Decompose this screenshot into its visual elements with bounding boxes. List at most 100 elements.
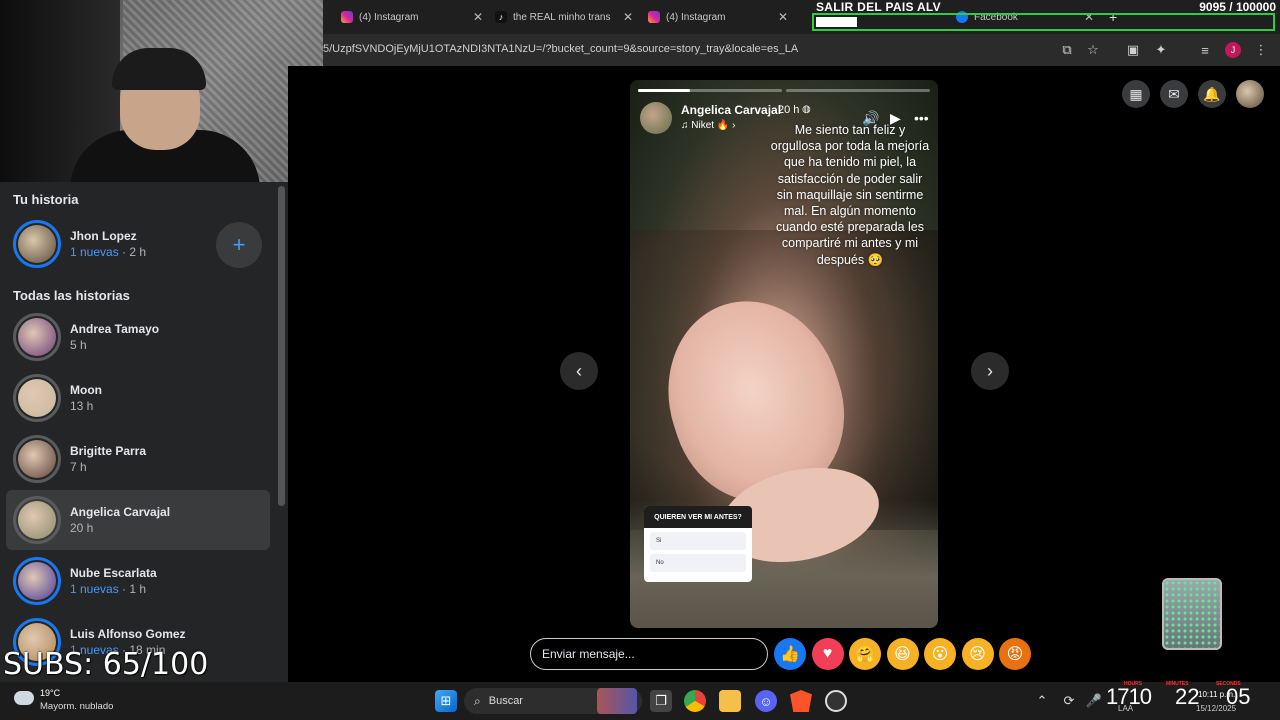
haha-reaction[interactable]: 😆 [886, 638, 919, 670]
story-viewer: ▦ ✉ 🔔 ‹ › Angelica Carvajal 20 h ◍ ♫ Nik… [288, 66, 1280, 682]
new-count: 1 nuevas [70, 582, 119, 596]
story-author-name[interactable]: Angelica Carvajal [681, 103, 781, 117]
story-list-item[interactable]: Andrea Tamayo 5 h [6, 307, 270, 367]
browser-tab[interactable]: (4) Instagram ✕ [648, 4, 788, 30]
chrome-icon[interactable] [684, 690, 706, 712]
url-field[interactable]: 5/UzpfSVNDOjEyMjU1OTAzNDI3NTA1NzU=/?buck… [323, 43, 798, 55]
story-list-item[interactable]: Brigitte Parra 7 h [6, 429, 270, 489]
story-author-name: Nube Escarlata [70, 566, 157, 580]
avatar [18, 440, 56, 478]
windows-start-icon[interactable]: ⊞ [435, 690, 457, 712]
browser-tab[interactable]: ♪ the REAL minho transit ✕ [495, 4, 633, 30]
brave-icon[interactable] [790, 690, 812, 712]
angry-reaction[interactable]: 😡 [999, 638, 1031, 670]
story-meta: 13 h [70, 399, 93, 413]
avatar [18, 379, 56, 417]
story-meta: 7 h [70, 460, 87, 474]
obs-icon[interactable] [825, 690, 847, 712]
instagram-icon [648, 11, 660, 23]
love-reaction[interactable]: ♥ [811, 638, 844, 670]
story-list-item[interactable]: Angelica Carvajal 20 h [6, 490, 270, 550]
messenger-icon[interactable]: ✉ [1160, 80, 1188, 108]
story-list-item[interactable]: Moon 13 h [6, 368, 270, 428]
story-progress-segment [638, 89, 782, 92]
browser-tab[interactable]: (4) Instagram ✕ [341, 4, 483, 30]
keyboard-language[interactable]: LAA [1118, 704, 1133, 713]
extensions-icon[interactable]: ✦ [1153, 42, 1169, 58]
sad-reaction[interactable]: 😢 [961, 638, 994, 670]
sync-icon[interactable]: ⟳ [1060, 690, 1078, 712]
weather-description[interactable]: Mayorm. nublado [40, 701, 113, 712]
story-author-name: Luis Alfonso Gomez [70, 627, 186, 641]
story-poll[interactable]: QUIEREN VER MI ANTES? Si No [644, 506, 752, 582]
profile-avatar[interactable]: J [1225, 42, 1241, 58]
story-list-item[interactable]: Nube Escarlata 1 nuevas · 1 h [6, 551, 270, 611]
care-reaction[interactable]: 🤗 [849, 638, 881, 670]
stream-goal-title: SALIR DEL PAIS ALV [816, 0, 941, 14]
sidebar-scrollbar[interactable] [278, 186, 285, 506]
reply-input[interactable]: Enviar mensaje... [530, 638, 768, 670]
globe-icon: ◍ [802, 104, 811, 115]
close-icon[interactable]: ✕ [778, 10, 788, 24]
poll-option[interactable]: Si [650, 532, 746, 550]
avatar [18, 501, 56, 539]
microphone-icon[interactable]: 🎤 [1086, 690, 1102, 712]
avatar-ring [13, 496, 61, 544]
file-explorer-icon[interactable] [719, 690, 741, 712]
tiktok-icon: ♪ [495, 11, 507, 23]
timer-label-seconds: SECONDS [1216, 681, 1241, 687]
chevron-up-icon[interactable]: ⌃ [1034, 690, 1050, 712]
story-author-name: Brigitte Parra [70, 444, 147, 458]
story-author-name: Andrea Tamayo [70, 322, 160, 336]
story-progress-segment [786, 89, 930, 92]
add-story-button[interactable]: + [216, 222, 262, 268]
music-title: Niket [691, 120, 715, 131]
close-icon[interactable]: ✕ [473, 10, 483, 24]
search-label: Buscar [488, 695, 523, 707]
close-icon[interactable]: ✕ [623, 10, 633, 24]
task-view-icon[interactable]: ❐ [650, 690, 672, 712]
address-bar: 5/UzpfSVNDOjEyMjU1OTAzNDI3NTA1NzU=/?buck… [323, 34, 1280, 66]
bookmark-star-icon[interactable]: ☆ [1085, 42, 1101, 58]
fire-icon: 🔥 › [714, 120, 736, 131]
stream-goal-counter: 9095 / 100000 [1199, 0, 1276, 14]
tab-label: the REAL minho transit [513, 11, 611, 23]
subs-counter-overlay: SUBS: 65/100 [3, 647, 209, 682]
menu-icon[interactable]: ⋮ [1253, 42, 1269, 58]
timer-label-hours: HOURS [1124, 681, 1143, 687]
notifications-bell-icon[interactable]: 🔔 [1198, 80, 1226, 108]
media-control-icon[interactable]: ≡ [1197, 42, 1213, 58]
new-count: 1 nuevas [70, 245, 119, 259]
like-reaction[interactable]: 👍 [774, 638, 806, 670]
timer-label-minutes: MINUTES [1166, 681, 1189, 687]
weather-temperature[interactable]: 19°C [40, 688, 60, 698]
avatar-ring [13, 435, 61, 483]
story-author-avatar[interactable] [640, 102, 672, 134]
story-card[interactable]: Angelica Carvajal 20 h ◍ ♫ Niket 🔥 › 🔊 ▶… [630, 80, 938, 628]
story-meta: 5 h [70, 338, 87, 352]
wow-reaction[interactable]: 😮 [924, 638, 956, 670]
poll-option[interactable]: No [650, 554, 746, 572]
overlay-clock-seconds: 05 [1226, 684, 1251, 709]
story-author-name: Angelica Carvajal [70, 505, 171, 519]
apps-grid-icon[interactable]: ▦ [1122, 80, 1150, 108]
next-story-button[interactable]: › [971, 352, 1009, 390]
webcam-overlay [0, 0, 323, 182]
cast-icon[interactable]: ⧉ [1059, 42, 1075, 58]
your-story-heading: Tu historia [13, 192, 79, 207]
discord-icon[interactable]: ☺ [755, 690, 777, 712]
account-avatar[interactable] [1236, 80, 1264, 108]
stream-goal-fill [816, 17, 857, 27]
avatar-ring [13, 374, 61, 422]
previous-story-button[interactable]: ‹ [560, 352, 598, 390]
story-time: 20 h [70, 521, 94, 535]
stories-sidebar: Tu historia Jhon Lopez 1 nuevas · 2 h + … [0, 182, 288, 682]
story-time: 13 h [70, 399, 94, 413]
poll-question: QUIEREN VER MI ANTES? [644, 506, 752, 528]
story-caption: Me siento tan feliz y orgullosa por toda… [770, 123, 930, 267]
screenshot-icon[interactable]: ▣ [1125, 42, 1141, 58]
avatar [18, 225, 56, 263]
search-highlight-image [597, 688, 637, 714]
avatar [18, 562, 56, 600]
story-music[interactable]: ♫ Niket 🔥 › [681, 120, 735, 131]
